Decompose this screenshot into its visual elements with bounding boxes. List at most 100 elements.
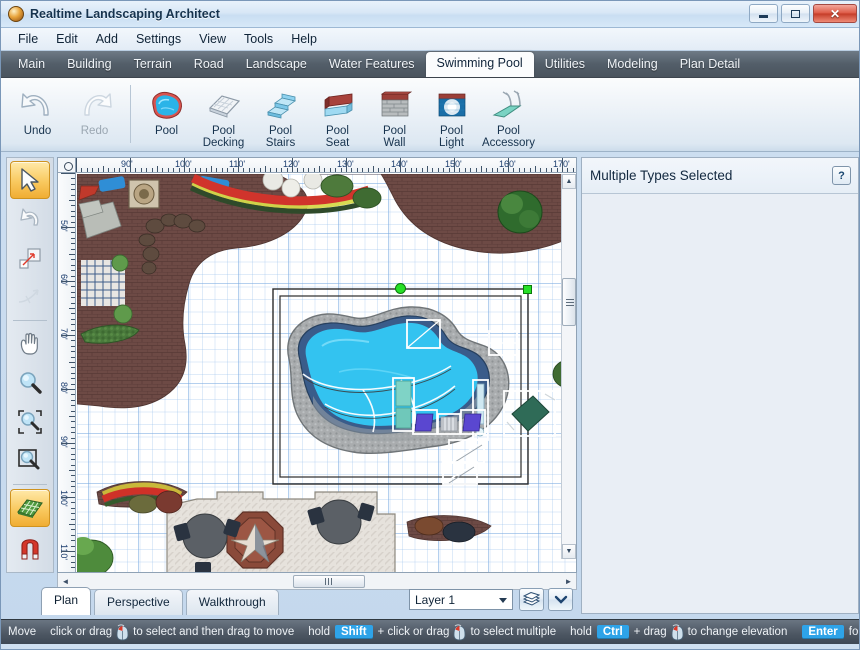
help-button[interactable]: ? bbox=[832, 166, 851, 185]
resize-handle[interactable] bbox=[523, 285, 532, 294]
pool-accessory-button[interactable]: Pool Accessory bbox=[480, 83, 537, 149]
ruler-tick bbox=[71, 302, 75, 304]
ruler-tick bbox=[216, 168, 218, 172]
ruler-tick bbox=[61, 173, 75, 174]
ruler-tick bbox=[508, 158, 509, 172]
plan-vertical-scrollbar[interactable]: ▲ ▼ bbox=[561, 174, 576, 559]
ruler-tick bbox=[373, 166, 374, 172]
rotate-tool[interactable] bbox=[10, 200, 50, 238]
tab-swimming-pool[interactable]: Swimming Pool bbox=[425, 52, 534, 77]
close-button[interactable]: ✕ bbox=[813, 4, 857, 23]
tab-landscape[interactable]: Landscape bbox=[235, 53, 318, 77]
magnet-icon bbox=[21, 539, 39, 560]
menu-item-help[interactable]: Help bbox=[282, 29, 326, 49]
ruler-tick bbox=[61, 551, 75, 552]
tab-main[interactable]: Main bbox=[7, 53, 56, 77]
ruler-tick bbox=[71, 237, 75, 239]
ruler-tick bbox=[71, 383, 75, 385]
menu-item-edit[interactable]: Edit bbox=[47, 29, 87, 49]
pool-wall-button[interactable]: Pool Wall bbox=[366, 83, 423, 149]
left-tool-palette bbox=[6, 157, 54, 573]
menu-item-tools[interactable]: Tools bbox=[235, 29, 282, 49]
status-hint-keyboard: Enter for keyboard bbox=[794, 625, 859, 639]
layer-select[interactable]: Layer 1 bbox=[409, 589, 513, 610]
menu-item-settings[interactable]: Settings bbox=[127, 29, 190, 49]
menu-item-file[interactable]: File bbox=[9, 29, 47, 49]
ruler-tick bbox=[178, 168, 180, 172]
scroll-up-button[interactable]: ▲ bbox=[562, 174, 576, 189]
pool-stairs-button[interactable]: Pool Stairs bbox=[252, 83, 309, 149]
horizontal-scroll-thumb[interactable] bbox=[293, 574, 365, 588]
ruler-tick bbox=[567, 168, 569, 172]
ruler-tick bbox=[61, 389, 75, 390]
ruler-tick bbox=[71, 545, 75, 547]
menu-item-add[interactable]: Add bbox=[87, 29, 127, 49]
scroll-down-button[interactable]: ▼ bbox=[562, 544, 576, 559]
rotate-icon bbox=[20, 208, 39, 226]
ruler-tick bbox=[481, 166, 482, 172]
hint-text: to select and then drag to move bbox=[133, 626, 295, 638]
title-bar: Realtime Landscaping Architect ✕ bbox=[1, 1, 859, 28]
pool-decking-button[interactable]: Pool Decking bbox=[195, 83, 252, 149]
minimize-button[interactable] bbox=[749, 4, 778, 23]
ruler-tick bbox=[71, 426, 75, 428]
layer-expand-button[interactable] bbox=[548, 588, 573, 611]
pan-tool[interactable] bbox=[10, 325, 50, 363]
zoom-region-tool[interactable] bbox=[10, 403, 50, 441]
curve-tool[interactable] bbox=[10, 278, 50, 316]
ruler-tick bbox=[362, 168, 364, 172]
tab-plan-detail[interactable]: Plan Detail bbox=[669, 53, 751, 77]
tab-building[interactable]: Building bbox=[56, 53, 122, 77]
pool-accessory-label: Pool Accessory bbox=[481, 125, 536, 149]
ruler-tick bbox=[71, 340, 75, 342]
menu-item-view[interactable]: View bbox=[190, 29, 235, 49]
redo-button[interactable]: Redo bbox=[66, 83, 123, 137]
ruler-tick bbox=[71, 221, 75, 223]
hint-text: to select multiple bbox=[470, 626, 557, 638]
hint-text: + click or drag bbox=[377, 626, 450, 638]
ruler-v-label: 90' bbox=[59, 436, 69, 448]
ruler-tick bbox=[173, 168, 175, 172]
resize-tool[interactable] bbox=[10, 239, 50, 277]
tab-modeling[interactable]: Modeling bbox=[596, 53, 669, 77]
tool-separator bbox=[13, 484, 47, 485]
ruler-tick bbox=[184, 158, 185, 172]
select-tool[interactable] bbox=[10, 161, 50, 199]
ruler-tick bbox=[71, 459, 75, 461]
properties-panel: Multiple Types Selected ? bbox=[581, 157, 859, 614]
pool-seat-button[interactable]: Pool Seat bbox=[309, 83, 366, 149]
ruler-tick bbox=[71, 567, 75, 569]
grid-toggle[interactable] bbox=[10, 489, 50, 527]
tab-water-features[interactable]: Water Features bbox=[318, 53, 426, 77]
view-tab-plan[interactable]: Plan bbox=[41, 587, 92, 615]
pool-stairs-label: Pool Stairs bbox=[265, 125, 296, 149]
vertical-scroll-thumb[interactable] bbox=[562, 278, 576, 326]
ruler-tick bbox=[71, 378, 75, 380]
chevron-down-icon bbox=[499, 598, 507, 603]
ruler-tick bbox=[491, 168, 493, 172]
pool-button[interactable]: Pool bbox=[138, 83, 195, 137]
snap-toggle[interactable] bbox=[10, 528, 50, 566]
tab-terrain[interactable]: Terrain bbox=[123, 53, 183, 77]
ruler-v-label: 110' bbox=[59, 544, 69, 561]
design-canvas[interactable] bbox=[77, 174, 576, 572]
layers-button[interactable] bbox=[519, 588, 544, 611]
ruler-tick bbox=[61, 281, 75, 282]
pool-light-button[interactable]: Pool Light bbox=[423, 83, 480, 149]
ruler-tick bbox=[71, 372, 75, 374]
ruler-tick bbox=[103, 166, 104, 172]
hand-icon bbox=[20, 332, 38, 355]
rotate-handle[interactable] bbox=[395, 283, 406, 294]
maximize-button[interactable] bbox=[781, 4, 810, 23]
ruler-tick bbox=[243, 168, 245, 172]
view-tab-walkthrough[interactable]: Walkthrough bbox=[185, 589, 279, 615]
zoom-out-tool[interactable] bbox=[10, 442, 50, 480]
layers-stack-icon bbox=[523, 592, 540, 606]
ruler-tick bbox=[71, 318, 75, 320]
undo-button[interactable]: Undo bbox=[9, 83, 66, 137]
zoom-tool[interactable] bbox=[10, 364, 50, 402]
tab-utilities[interactable]: Utilities bbox=[534, 53, 596, 77]
ruler-tick bbox=[259, 168, 261, 172]
tab-road[interactable]: Road bbox=[183, 53, 235, 77]
view-tab-perspective[interactable]: Perspective bbox=[94, 589, 183, 615]
